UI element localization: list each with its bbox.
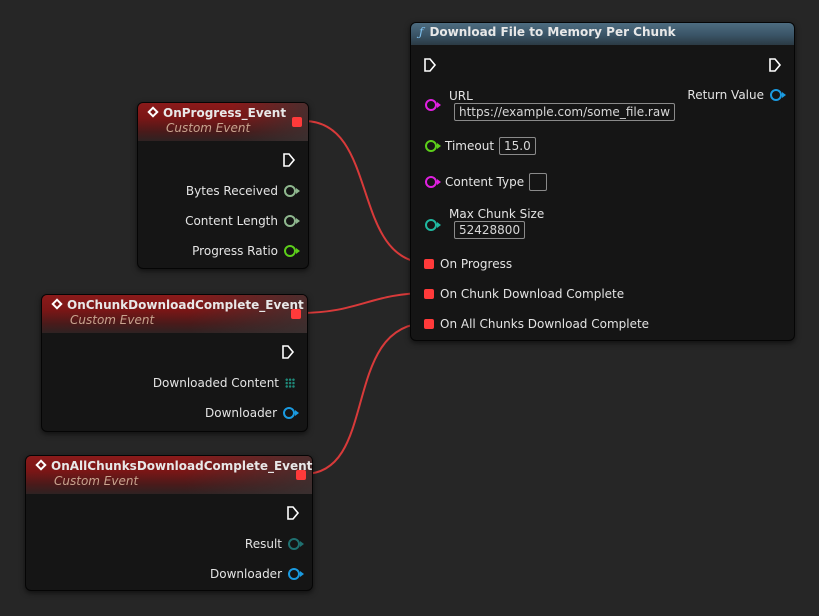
progress-ratio-label: Progress Ratio (192, 244, 278, 258)
on-all-chunks-complete-label: On All Chunks Download Complete (440, 317, 650, 331)
downloaded-content-row: Downloaded Content (153, 376, 295, 390)
url-field[interactable]: https://example.com/some_file.raw (454, 103, 676, 121)
node-header[interactable]: OnChunkDownloadComplete_Event Custom Eve… (42, 295, 307, 333)
node-title: OnAllChunksDownloadComplete_Event (51, 459, 313, 473)
max-chunk-size-label: Max Chunk Size (449, 207, 545, 221)
string-pin-icon[interactable] (425, 176, 441, 188)
bytes-received-row: Bytes Received (185, 184, 300, 198)
return-value-label: Return Value (687, 88, 764, 102)
node-subtitle: Custom Event (54, 474, 139, 488)
on-progress-delegate-row: On Progress (424, 257, 512, 271)
exec-out-pin[interactable] (281, 344, 295, 360)
node-header[interactable]: OnProgress_Event Custom Event (138, 103, 308, 141)
url-input-row: URL https://example.com/some_file.raw (425, 89, 676, 121)
on-all-chunks-complete-delegate-row: On All Chunks Download Complete (424, 317, 649, 331)
node-header[interactable]: ƒ Download File to Memory Per Chunk (411, 23, 794, 45)
result-label: Result (244, 537, 282, 551)
exec-out-pin[interactable] (282, 152, 296, 168)
object-pin-icon[interactable] (288, 568, 304, 580)
exec-in-pin[interactable] (423, 57, 437, 73)
downloader-label: Downloader (210, 567, 282, 581)
return-value-row: Return Value (687, 88, 786, 102)
downloader-row: Downloader (210, 567, 304, 581)
int64-pin-icon[interactable] (425, 219, 441, 231)
content-type-field[interactable] (529, 173, 548, 191)
bytes-received-label: Bytes Received (185, 184, 278, 198)
content-type-label: Content Type (445, 175, 525, 189)
on-chunk-complete-label: On Chunk Download Complete (440, 287, 625, 301)
on-chunk-complete-delegate-row: On Chunk Download Complete (424, 287, 624, 301)
downloader-row: Downloader (205, 406, 299, 420)
timeout-label: Timeout (445, 139, 495, 153)
delegate-pin-icon[interactable] (424, 259, 434, 269)
object-pin-icon[interactable] (770, 89, 786, 101)
node-title: Download File to Memory Per Chunk (429, 25, 676, 39)
exec-out-pin[interactable] (768, 57, 782, 73)
progress-ratio-row: Progress Ratio (192, 244, 300, 258)
delegate-pin-icon[interactable] (424, 289, 434, 299)
event-icon (147, 106, 159, 118)
delegate-pin-icon[interactable] (424, 319, 434, 329)
node-subtitle: Custom Event (166, 121, 251, 135)
byte-array-pin-icon[interactable] (285, 378, 295, 388)
on-all-chunks-download-complete-event-node[interactable]: OnAllChunksDownloadComplete_Event Custom… (25, 455, 313, 591)
object-pin-icon[interactable] (283, 407, 299, 419)
event-icon (35, 459, 47, 471)
event-icon (51, 298, 63, 310)
on-progress-event-node[interactable]: OnProgress_Event Custom Event Bytes Rece… (137, 102, 309, 269)
node-title: OnChunkDownloadComplete_Event (67, 298, 304, 312)
url-label: URL (449, 89, 473, 103)
function-icon: ƒ (419, 25, 424, 39)
float-pin-icon[interactable] (284, 245, 300, 257)
on-chunk-download-complete-event-node[interactable]: OnChunkDownloadComplete_Event Custom Eve… (41, 294, 308, 432)
content-length-row: Content Length (185, 214, 300, 228)
delegate-out-pin-icon[interactable] (292, 117, 302, 127)
wire-on-all-chunks-complete[interactable] (303, 322, 429, 475)
float-pin-icon[interactable] (425, 140, 441, 152)
node-title: OnProgress_Event (163, 106, 287, 120)
on-progress-label: On Progress (440, 257, 513, 271)
int64-pin-icon[interactable] (284, 215, 300, 227)
node-subtitle: Custom Event (70, 313, 155, 327)
max-chunk-size-input-row: Max Chunk Size 52428800 (425, 207, 544, 239)
downloaded-content-label: Downloaded Content (152, 376, 279, 390)
downloader-label: Downloader (205, 406, 277, 420)
content-length-label: Content Length (185, 214, 278, 228)
download-file-node[interactable]: ƒ Download File to Memory Per Chunk URL h… (410, 22, 795, 341)
timeout-field[interactable]: 15.0 (499, 137, 536, 155)
wire-on-chunk-complete[interactable] (298, 292, 429, 314)
content-type-input-row: Content Type (425, 173, 548, 191)
int64-pin-icon[interactable] (284, 185, 300, 197)
delegate-out-pin-icon[interactable] (291, 309, 301, 319)
node-header[interactable]: OnAllChunksDownloadComplete_Event Custom… (26, 456, 312, 494)
string-pin-icon[interactable] (425, 99, 441, 111)
enum-pin-icon[interactable] (288, 538, 304, 550)
exec-out-pin[interactable] (286, 505, 300, 521)
max-chunk-size-field[interactable]: 52428800 (454, 221, 526, 239)
delegate-out-pin-icon[interactable] (296, 470, 306, 480)
result-row: Result (244, 537, 304, 551)
timeout-input-row: Timeout 15.0 (425, 137, 536, 155)
